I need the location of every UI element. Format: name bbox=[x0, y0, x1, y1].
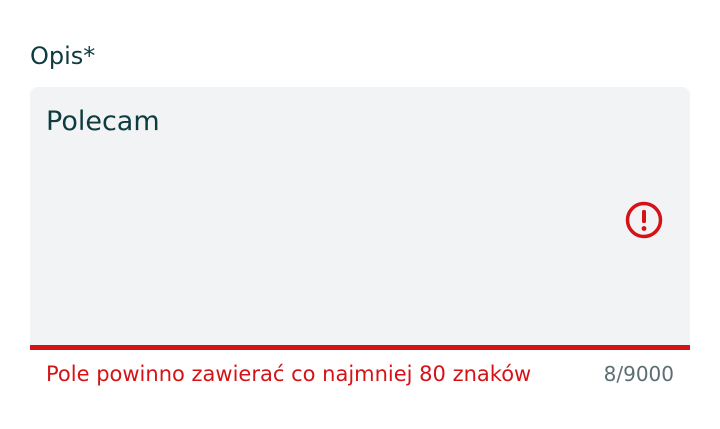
textarea-value[interactable]: Polecam bbox=[46, 104, 160, 140]
character-counter: 8/9000 bbox=[603, 362, 674, 386]
error-message: Pole powinno zawierać co najmniej 80 zna… bbox=[46, 362, 532, 386]
helper-row: Pole powinno zawierać co najmniej 80 zna… bbox=[46, 358, 674, 390]
field-label: Opis* bbox=[30, 42, 96, 70]
error-exclamation-icon bbox=[625, 201, 663, 239]
description-textarea[interactable]: Polecam bbox=[30, 87, 690, 350]
